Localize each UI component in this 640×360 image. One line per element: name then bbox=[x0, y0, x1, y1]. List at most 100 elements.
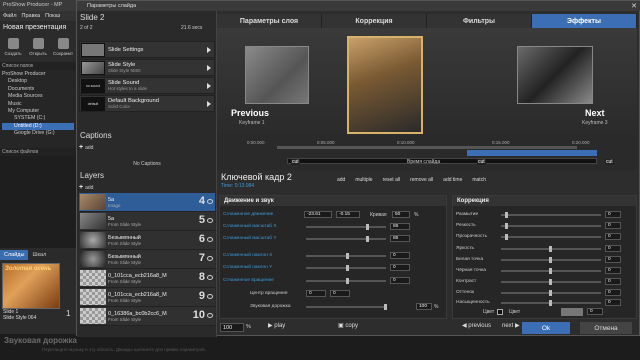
contrast-slider[interactable] bbox=[501, 279, 601, 285]
blur-input[interactable]: 0 bbox=[605, 211, 621, 218]
tree-item[interactable]: ProShow Producer bbox=[2, 71, 74, 78]
keyframe-range[interactable] bbox=[467, 150, 597, 156]
slide-thumbnail[interactable]: Золотая осень bbox=[2, 263, 60, 309]
copy-button[interactable]: ▣ copy bbox=[338, 322, 358, 329]
current-keyframe-thumb[interactable] bbox=[347, 36, 423, 134]
menu-edit[interactable]: Правка bbox=[22, 13, 41, 19]
slide-settings-option[interactable]: Slide Settings bbox=[79, 41, 215, 58]
tree-item[interactable]: My Computer bbox=[2, 108, 74, 115]
center-x-input[interactable]: 0 bbox=[306, 290, 326, 297]
tilt-y-input[interactable]: 0 bbox=[390, 264, 410, 271]
ok-button[interactable]: Ok bbox=[522, 322, 570, 334]
previous-button[interactable]: ◀ previous bbox=[462, 322, 491, 329]
sharpen-input[interactable]: 0 bbox=[605, 222, 621, 229]
eye-icon[interactable] bbox=[207, 199, 213, 204]
tab-filters[interactable]: Фильтры bbox=[427, 14, 532, 28]
tilt-y-slider[interactable] bbox=[306, 265, 386, 271]
black-point-slider[interactable] bbox=[501, 268, 601, 274]
sharpen-slider[interactable] bbox=[501, 223, 601, 229]
tilt-x-input[interactable]: 0 bbox=[390, 252, 410, 259]
menu-show[interactable]: Показ bbox=[45, 13, 60, 19]
slide-time-bar[interactable] bbox=[287, 158, 597, 164]
pos-y-input[interactable]: -0.15 bbox=[336, 211, 360, 218]
add-keyframe-button[interactable]: add bbox=[337, 177, 345, 183]
eye-icon[interactable] bbox=[207, 313, 213, 318]
layer-row[interactable]: 0_101cca_ecb216a8_M From Slide Style 8 bbox=[79, 269, 215, 288]
white-point-input[interactable]: 0 bbox=[605, 256, 621, 263]
tab-timeline[interactable]: Шкал bbox=[28, 250, 50, 260]
layer-row[interactable]: 5а From Slide Style 5 bbox=[79, 212, 215, 231]
play-button[interactable]: ▶ play bbox=[268, 322, 285, 329]
tree-item[interactable]: Desktop bbox=[2, 78, 74, 85]
previous-label[interactable]: Previous bbox=[231, 108, 269, 118]
tab-layer-settings[interactable]: Параметры слоя bbox=[217, 14, 322, 28]
plus-icon[interactable]: + bbox=[79, 184, 83, 191]
next-button[interactable]: next ▶ bbox=[502, 322, 520, 329]
tilt-x-slider[interactable] bbox=[306, 253, 386, 259]
reset-all-button[interactable]: reset all bbox=[383, 177, 401, 183]
opacity-slider[interactable] bbox=[501, 234, 601, 240]
slide-style-option[interactable]: Slide Style Slide Style 5550 bbox=[79, 59, 215, 76]
color-percent-input[interactable]: 0 bbox=[587, 308, 603, 315]
remove-all-button[interactable]: remove all bbox=[410, 177, 433, 183]
eye-icon[interactable] bbox=[207, 294, 213, 299]
saturation-input[interactable]: 0 bbox=[605, 299, 621, 306]
tree-item[interactable]: Google Drive (G:) bbox=[2, 130, 74, 137]
save-button[interactable]: Сохранит bbox=[52, 38, 74, 62]
slide-sound-option[interactable]: no sound Slide Sound Hot styles to a slid… bbox=[79, 77, 215, 94]
tab-correction[interactable]: Коррекция bbox=[322, 14, 427, 28]
layer-row[interactable]: 0_16386a_bc0b2cc6_M From Slide Style 10 bbox=[79, 307, 215, 326]
tab-effects[interactable]: Эффекты bbox=[532, 14, 637, 28]
add-time-button[interactable]: add time bbox=[443, 177, 462, 183]
layer-row[interactable]: 0_101cca_ecb216a8_M From Slide Style 9 bbox=[79, 288, 215, 307]
multiple-button[interactable]: multiple bbox=[355, 177, 372, 183]
next-keyframe-thumb[interactable] bbox=[517, 46, 593, 104]
add-caption-button[interactable]: add bbox=[85, 145, 93, 151]
contrast-input[interactable]: 0 bbox=[605, 278, 621, 285]
match-button[interactable]: match bbox=[472, 177, 486, 183]
previous-keyframe-thumb[interactable] bbox=[245, 46, 309, 104]
pos-x-input[interactable]: -23.61 bbox=[304, 211, 332, 218]
menu-file[interactable]: Файл bbox=[3, 13, 17, 19]
tab-slides[interactable]: Слайды bbox=[0, 250, 29, 260]
tree-item[interactable]: SYSTEM (C:) bbox=[2, 115, 74, 122]
eye-icon[interactable] bbox=[207, 237, 213, 242]
black-point-input[interactable]: 0 bbox=[605, 267, 621, 274]
add-layer-button[interactable]: add bbox=[85, 185, 93, 191]
scale-y-input[interactable]: 86 bbox=[390, 235, 410, 242]
volume-input[interactable]: 100 bbox=[416, 303, 432, 310]
curve-input[interactable]: 50 bbox=[392, 211, 410, 218]
saturation-slider[interactable] bbox=[501, 300, 601, 306]
color-swatch[interactable] bbox=[561, 308, 583, 316]
white-point-slider[interactable] bbox=[501, 257, 601, 263]
rotation-input[interactable]: 0 bbox=[390, 277, 410, 284]
zoom-input[interactable]: 100 bbox=[220, 323, 244, 332]
volume-slider[interactable] bbox=[306, 304, 387, 310]
eye-icon[interactable] bbox=[207, 275, 213, 280]
eye-icon[interactable] bbox=[207, 218, 213, 223]
scale-x-slider[interactable] bbox=[306, 224, 386, 230]
default-background-option[interactable]: default Default Background Solid Color bbox=[79, 95, 215, 112]
tree-item[interactable]: Documents bbox=[2, 86, 74, 93]
next-label[interactable]: Next bbox=[585, 108, 605, 118]
brightness-input[interactable]: 0 bbox=[605, 245, 621, 252]
layer-row[interactable]: 5а Image 4 bbox=[79, 193, 215, 212]
close-icon[interactable]: ✕ bbox=[631, 2, 637, 10]
tree-item[interactable]: Music bbox=[2, 101, 74, 108]
brightness-slider[interactable] bbox=[501, 246, 601, 252]
opacity-input[interactable]: 0 bbox=[605, 233, 621, 240]
create-button[interactable]: Создать bbox=[2, 38, 24, 62]
center-y-input[interactable]: 0 bbox=[330, 290, 350, 297]
file-list[interactable] bbox=[0, 156, 76, 248]
plus-icon[interactable]: + bbox=[79, 144, 83, 151]
cancel-button[interactable]: Отмена bbox=[580, 322, 632, 334]
tree-item-selected[interactable]: Untitled (D:) bbox=[2, 122, 74, 131]
cut-marker[interactable]: cut bbox=[605, 159, 614, 165]
color-checkbox[interactable] bbox=[497, 309, 503, 315]
layer-row[interactable]: Безымянный From Slide Style 6 bbox=[79, 231, 215, 250]
rotation-slider[interactable] bbox=[306, 278, 386, 284]
scale-y-slider[interactable] bbox=[306, 236, 386, 242]
hue-input[interactable]: 0 bbox=[605, 289, 621, 296]
open-button[interactable]: Открыть bbox=[27, 38, 49, 62]
cut-marker[interactable]: cut bbox=[477, 159, 486, 165]
